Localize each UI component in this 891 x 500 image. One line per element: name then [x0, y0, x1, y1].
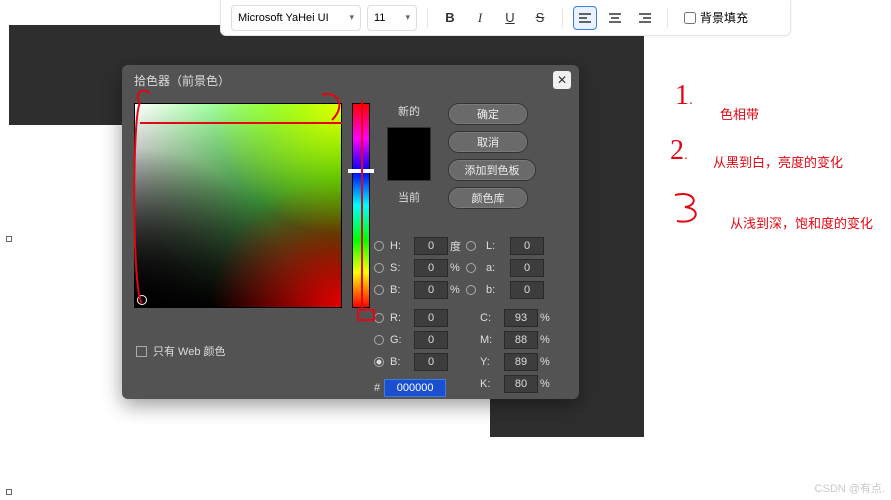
ok-button[interactable]: 确定: [448, 103, 528, 125]
bg-fill-input[interactable]: [684, 12, 696, 24]
input-c[interactable]: 93: [504, 309, 538, 327]
field-gradient: [135, 104, 341, 307]
label-m: M:: [480, 334, 502, 346]
bg-fill-checkbox[interactable]: 背景填充: [684, 9, 748, 26]
label-y: Y:: [480, 356, 502, 368]
label-bb: B:: [390, 356, 412, 368]
radio-h[interactable]: [374, 241, 384, 251]
dialog-title: 拾色器（前景色）: [134, 72, 230, 89]
current-color-swatch: [388, 154, 430, 180]
input-b[interactable]: 0: [510, 281, 544, 299]
label-r: R:: [390, 312, 412, 324]
unit-s: %: [450, 262, 464, 274]
label-h: H:: [390, 240, 412, 252]
label-g: G:: [390, 334, 412, 346]
align-right-icon: [638, 12, 652, 24]
label-a: a:: [486, 262, 508, 274]
unit-k: %: [540, 378, 554, 390]
radio-r[interactable]: [374, 313, 384, 323]
formatting-toolbar: Microsoft YaHei UI ▾ 11 ▾ B I U S 背景填充: [220, 0, 791, 36]
input-h[interactable]: 0: [414, 237, 448, 255]
new-color-label: 新的: [398, 103, 420, 119]
align-right-button[interactable]: [633, 6, 657, 30]
font-family-value: Microsoft YaHei UI: [238, 12, 329, 24]
checkbox-icon: [136, 346, 147, 357]
color-swatch-pair: [387, 127, 431, 181]
saturation-brightness-field[interactable]: [134, 103, 342, 308]
strike-button[interactable]: S: [528, 6, 552, 30]
close-button[interactable]: ✕: [553, 71, 571, 89]
bold-button[interactable]: B: [438, 6, 462, 30]
input-k[interactable]: 80: [504, 375, 538, 393]
radio-l[interactable]: [466, 241, 476, 251]
add-to-swatches-button[interactable]: 添加到色板: [448, 159, 536, 181]
font-family-select[interactable]: Microsoft YaHei UI ▾: [231, 5, 361, 31]
input-s[interactable]: 0: [414, 259, 448, 277]
selection-handle[interactable]: [6, 236, 12, 242]
hex-row: # 000000: [374, 379, 446, 397]
radio-bb[interactable]: [374, 357, 384, 367]
hue-slider-handle[interactable]: [348, 169, 374, 173]
align-left-button[interactable]: [573, 6, 597, 30]
input-l[interactable]: 0: [510, 237, 544, 255]
label-c: C:: [480, 312, 502, 324]
input-r[interactable]: 0: [414, 309, 448, 327]
annotation-text-2: 从黑到白，亮度的变化: [713, 152, 843, 171]
close-icon: ✕: [557, 73, 567, 87]
separator: [562, 8, 563, 28]
unit-c: %: [540, 312, 554, 324]
underline-button[interactable]: U: [498, 6, 522, 30]
annotation-text-1: 色相带: [720, 104, 759, 123]
font-size-value: 11: [374, 12, 385, 24]
hex-prefix: #: [374, 382, 380, 394]
annotation-text-3: 从浅到深，饱和度的变化: [730, 213, 873, 232]
label-k: K:: [480, 378, 502, 390]
new-color-swatch: [388, 128, 430, 154]
color-picker-cursor[interactable]: [137, 295, 147, 305]
input-y[interactable]: 89: [504, 353, 538, 371]
radio-s[interactable]: [374, 263, 384, 273]
web-only-checkbox[interactable]: 只有 Web 颜色: [136, 343, 226, 359]
chevron-down-icon: ▾: [405, 12, 410, 23]
unit-h: 度: [450, 238, 464, 254]
unit-bv: %: [450, 284, 464, 296]
label-s: S:: [390, 262, 412, 274]
separator: [427, 8, 428, 28]
input-bb[interactable]: 0: [414, 353, 448, 371]
hex-input[interactable]: 000000: [384, 379, 446, 397]
color-library-button[interactable]: 颜色库: [448, 187, 528, 209]
input-a[interactable]: 0: [510, 259, 544, 277]
chevron-down-icon: ▾: [349, 12, 354, 23]
input-g[interactable]: 0: [414, 331, 448, 349]
unit-m: %: [540, 334, 554, 346]
font-size-select[interactable]: 11 ▾: [367, 5, 417, 31]
web-only-label: 只有 Web 颜色: [153, 343, 226, 359]
radio-bv[interactable]: [374, 285, 384, 295]
cancel-button[interactable]: 取消: [448, 131, 528, 153]
dialog-titlebar[interactable]: 拾色器（前景色） ✕: [122, 65, 579, 95]
selection-handle[interactable]: [6, 489, 12, 495]
italic-button[interactable]: I: [468, 6, 492, 30]
unit-y: %: [540, 356, 554, 368]
label-l: L:: [486, 240, 508, 252]
radio-a[interactable]: [466, 263, 476, 273]
annotation-number-2: 2.: [670, 135, 688, 167]
watermark: CSDN @有点.: [815, 480, 885, 496]
input-bv[interactable]: 0: [414, 281, 448, 299]
annotation-number-1: 1.: [675, 80, 693, 112]
align-center-button[interactable]: [603, 6, 627, 30]
color-picker-dialog: 拾色器（前景色） ✕ 新的 当前 确定: [122, 65, 579, 399]
annotation-number-3: [665, 185, 715, 230]
bg-fill-label: 背景填充: [700, 9, 748, 26]
label-b: b:: [486, 284, 508, 296]
hue-slider[interactable]: [352, 103, 370, 308]
align-center-icon: [608, 12, 622, 24]
separator: [667, 8, 668, 28]
radio-b[interactable]: [466, 285, 476, 295]
align-left-icon: [578, 12, 592, 24]
radio-g[interactable]: [374, 335, 384, 345]
input-m[interactable]: 88: [504, 331, 538, 349]
current-color-label: 当前: [398, 189, 420, 205]
label-bv: B:: [390, 284, 412, 296]
